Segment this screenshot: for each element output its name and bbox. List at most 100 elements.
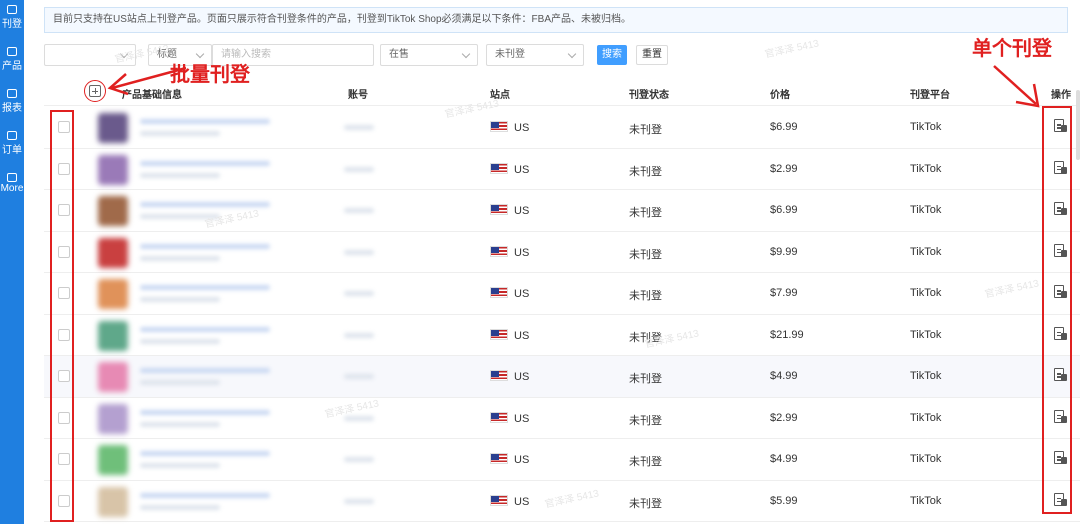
us-flag-icon [490,121,508,132]
status-cell: 未刊登 [629,207,662,219]
platform-cell: TikTok [910,453,942,465]
us-flag-icon [490,287,508,298]
us-flag-icon [490,328,508,340]
site-value: US [514,329,530,342]
annotation-single-text: 单个刊登 [972,38,1052,60]
platform-cell: TikTok [910,162,942,175]
status-select[interactable]: 在售 [380,44,478,66]
annotation-box-actions [1042,106,1072,514]
site-cell: US [490,287,529,300]
site-cell: US [490,121,529,134]
status-cell: 未刊登 [629,248,662,261]
sidebar: 刊登 产品 报表 订单 More [0,0,24,524]
sidebar-item-label: More [0,183,24,194]
chevron-down-icon [567,49,577,59]
price-cell: $6.99 [770,121,798,133]
table-row: US 未刊登 $4.99 TikTok [44,439,1080,481]
product-thumbnail [98,445,128,475]
account-blurred [344,166,374,172]
product-thumbnail [98,113,128,143]
platform-cell: TikTok [910,121,942,133]
chevron-down-icon [119,49,129,59]
product-sku-blurred [140,421,220,427]
us-flag-icon [490,370,508,381]
account-blurred [344,125,374,130]
listing-select-value: 未刊登 [495,49,525,60]
table-row: US 未刊登 $4.99 TikTok [44,356,1080,398]
site-value: US [514,122,530,134]
scrollbar[interactable] [1076,90,1080,160]
site-cell: US [490,370,529,383]
sidebar-item-orders[interactable]: 订单 [0,131,24,156]
price-cell: $4.99 [770,370,798,382]
reports-icon [7,89,17,98]
platform-cell: TikTok [910,245,942,258]
table-row: US 未刊登 $6.99 TikTok [44,190,1080,232]
status-cell: 未刊登 [629,124,662,136]
account-blurred [344,457,374,462]
site-cell: US [490,494,530,508]
site-value: US [514,412,530,425]
table-row: US 未刊登 $5.99 TikTok [44,481,1080,522]
product-sku-blurred [140,255,220,261]
price-cell: $5.99 [770,494,798,507]
product-sku-blurred [140,297,220,302]
site-cell: US [490,453,529,466]
us-flag-icon [490,453,508,464]
product-thumbnail [98,237,128,268]
product-thumbnail [98,320,128,351]
account-blurred [344,498,374,504]
account-blurred [344,374,374,379]
table-row: US 未刊登 $6.99 TikTok [44,107,1080,149]
status-cell: 未刊登 [629,414,662,427]
product-sku-blurred [140,380,220,385]
product-title-blurred [140,285,270,290]
platform-cell: TikTok [910,328,942,341]
annotation-bulk-text: 批量刊登 [170,64,250,86]
site-value: US [514,371,530,383]
sidebar-item-reports[interactable]: 报表 [0,89,24,114]
watermark: 官泽泽 5413 [763,38,820,61]
site-value: US [514,454,530,466]
sidebar-item-more[interactable]: More [0,173,24,194]
table-row: US 未刊登 $21.99 TikTok [44,315,1080,356]
account-blurred [344,208,374,213]
site-value: US [514,246,530,259]
platform-cell: TikTok [910,287,942,299]
notice-banner: 目前只支持在US站点上刊登产品。页面只展示符合刊登条件的产品，刊登到TikTok… [44,7,1068,33]
product-title-blurred [140,326,270,332]
annotation-arrow-single [993,65,1040,108]
sidebar-item-listing[interactable]: 刊登 [0,5,24,30]
site-cell: US [490,204,529,217]
product-thumbnail [98,279,128,309]
main-content: 目前只支持在US站点上刊登产品。页面只展示符合刊登条件的产品，刊登到TikTok… [24,0,1080,524]
product-sku-blurred [140,214,220,219]
us-flag-icon [490,245,508,257]
product-title-blurred [140,119,270,124]
us-flag-icon [490,494,508,506]
annotation-circle [84,80,106,102]
search-button[interactable]: 搜索 [597,45,627,65]
status-cell: 未刊登 [629,497,662,510]
site-value: US [514,495,530,508]
listing-status-select[interactable]: 未刊登 [486,44,584,66]
site-cell: US [490,245,530,259]
product-title-blurred [140,492,270,498]
sidebar-item-label: 报表 [2,103,22,114]
reset-button[interactable]: 重置 [636,45,668,65]
product-sku-blurred [140,504,220,510]
header-price: 价格 [770,90,790,101]
product-title-blurred [140,451,270,456]
site-value: US [514,205,530,217]
product-title-blurred [140,243,270,249]
sidebar-item-products[interactable]: 产品 [0,47,24,72]
product-sku-blurred [140,131,220,136]
more-icon [7,173,17,182]
platform-cell: TikTok [910,494,942,507]
status-select-value: 在售 [389,49,409,60]
product-sku-blurred [140,463,220,468]
account-blurred [344,332,374,338]
chevron-down-icon [195,49,205,59]
sidebar-item-label: 订单 [2,145,22,156]
product-thumbnail [98,486,128,517]
